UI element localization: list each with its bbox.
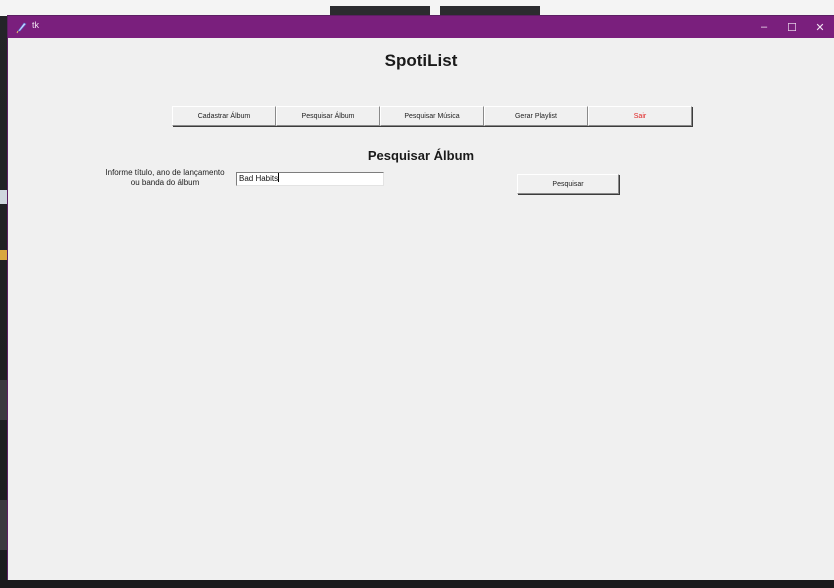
main-content: SpotiList Cadastrar Álbum Pesquisar Álbu… xyxy=(8,38,834,580)
app-window: tk – ☐ ✕ SpotiList Cadastrar Álbum Pesqu… xyxy=(8,16,834,580)
search-field-label-line2: ou banda do álbum xyxy=(130,178,200,187)
desktop-fragment xyxy=(0,380,8,420)
window-titlebar[interactable]: tk – ☐ ✕ xyxy=(8,16,834,38)
window-title: tk xyxy=(32,20,40,30)
close-button[interactable]: ✕ xyxy=(806,16,834,38)
minimize-button[interactable]: – xyxy=(750,16,778,38)
search-input[interactable]: Bad Habits xyxy=(236,172,384,186)
feather-pen-icon xyxy=(15,20,29,34)
maximize-button[interactable]: ☐ xyxy=(778,16,806,38)
section-title: Pesquisar Álbum xyxy=(367,148,475,163)
desktop-fragment xyxy=(0,500,8,550)
background-window-tab xyxy=(440,6,540,16)
desktop-fragment xyxy=(0,190,8,204)
text-caret xyxy=(278,173,280,182)
menu-bar: Cadastrar Álbum Pesquisar Álbum Pesquisa… xyxy=(172,106,692,126)
search-field-label: Informe título, ano de lançamento ou ban… xyxy=(94,168,236,188)
pesquisar-musica-button[interactable]: Pesquisar Música xyxy=(380,106,484,126)
pesquisar-album-button[interactable]: Pesquisar Álbum xyxy=(276,106,380,126)
taskbar-strip xyxy=(0,580,834,588)
gerar-playlist-button[interactable]: Gerar Playlist xyxy=(484,106,588,126)
cadastrar-album-button[interactable]: Cadastrar Álbum xyxy=(172,106,276,126)
pesquisar-button[interactable]: Pesquisar xyxy=(517,174,619,194)
desktop-fragment xyxy=(0,250,8,260)
app-title: SpotiList xyxy=(384,51,458,70)
background-window-tab xyxy=(330,6,430,16)
sair-button[interactable]: Sair xyxy=(588,106,692,126)
search-field-label-line1: Informe título, ano de lançamento xyxy=(105,168,225,177)
search-input-value: Bad Habits xyxy=(239,174,279,183)
